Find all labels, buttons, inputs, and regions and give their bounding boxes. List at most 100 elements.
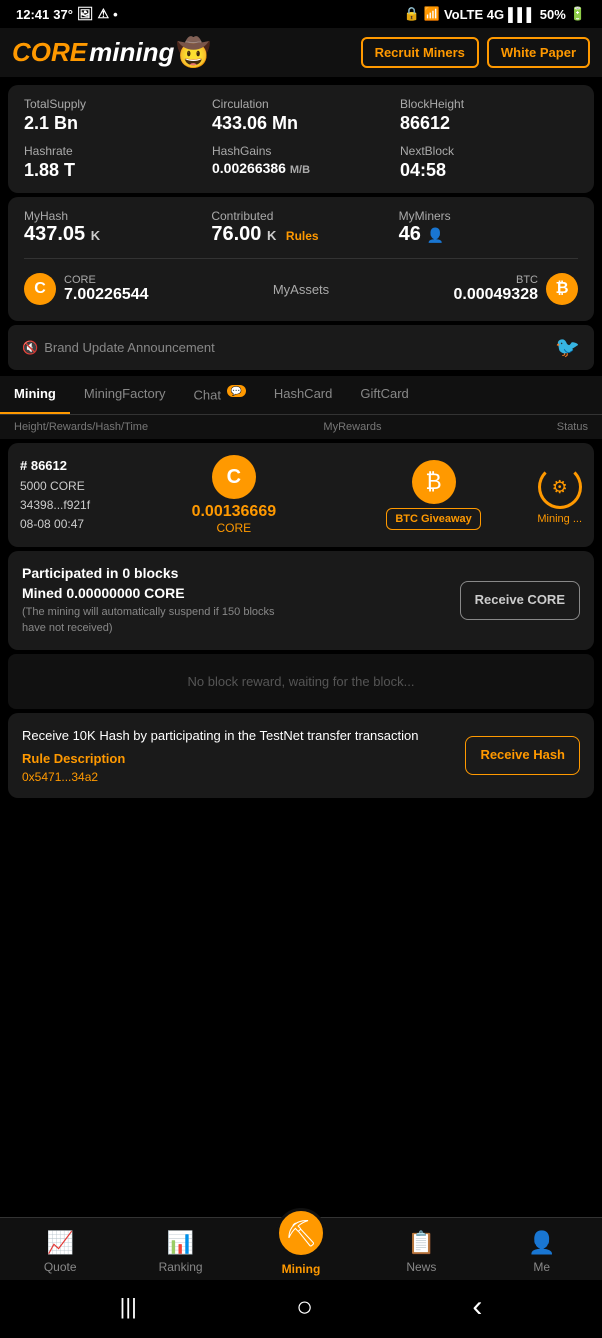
logo-core: CORE: [12, 37, 87, 68]
contributed-stat: Contributed 76.00 K Rules: [211, 209, 390, 246]
status-bar: 12:41 37° 🖼 ⚠ • 🔒 📶 VoLTE 4G ▌▌▌ 50% 🔋: [0, 0, 602, 28]
header-buttons: Recruit Miners White Paper: [361, 37, 590, 69]
no-reward-text: No block reward, waiting for the block..…: [188, 674, 415, 689]
rules-link[interactable]: Rules: [286, 229, 319, 243]
receive-hash-button[interactable]: Receive Hash: [465, 736, 580, 775]
core-amount: 0.00136669: [192, 503, 277, 521]
status-signal-bars: ▌▌▌: [508, 7, 536, 22]
status-shield-icon: 🔒: [404, 6, 420, 22]
tab-giftcard[interactable]: GiftCard: [346, 376, 422, 414]
core-reward-icon: C: [212, 455, 256, 499]
mining-info: # 86612 5000 CORE 34398...f921f 08-08 00…: [20, 456, 130, 534]
hashrate-stat: Hashrate 1.88 T: [24, 144, 202, 181]
ranking-icon: 📊: [167, 1230, 194, 1256]
phone-home-button[interactable]: ○: [296, 1291, 313, 1323]
nav-mining-center[interactable]: ⛏ Mining: [271, 1228, 331, 1276]
status-warn-icon: ⚠: [97, 6, 109, 22]
receive-hash-info: Receive 10K Hash by participating in the…: [22, 727, 418, 784]
nav-news-label: News: [406, 1260, 436, 1274]
nav-quote[interactable]: 📈 Quote: [30, 1230, 90, 1274]
circulation-label: Circulation: [212, 97, 390, 111]
stats-grid: TotalSupply 2.1 Bn Circulation 433.06 Mn…: [24, 97, 578, 181]
status-temp: 37°: [53, 7, 73, 22]
news-icon: 📋: [408, 1230, 435, 1256]
circulation-value: 433.06 Mn: [212, 113, 390, 134]
announcement-text: 🔇 Brand Update Announcement: [22, 340, 215, 356]
logo-mascot-icon: 🤠: [176, 36, 211, 69]
nav-ranking-label: Ranking: [159, 1260, 203, 1274]
app-header: CORE mining 🤠 Recruit Miners White Paper: [0, 28, 602, 77]
btc-asset: BTC 0.00049328 ₿: [453, 273, 578, 305]
participation-block: Participated in 0 blocks Mined 0.0000000…: [8, 551, 594, 650]
mining-status-label: Mining ...: [537, 513, 582, 525]
tab-miningfactory[interactable]: MiningFactory: [70, 376, 180, 414]
total-supply-stat: TotalSupply 2.1 Bn: [24, 97, 202, 134]
total-supply-value: 2.1 Bn: [24, 113, 202, 134]
status-dot: •: [113, 7, 118, 22]
table-header: Height/Rewards/Hash/Time MyRewards Statu…: [0, 415, 602, 439]
receive-hash-block: Receive 10K Hash by participating in the…: [8, 713, 594, 798]
tabs-bar: Mining MiningFactory Chat 💬 HashCard Gif…: [0, 376, 602, 415]
mining-spinner-icon: [538, 465, 582, 509]
btc-giveaway-button[interactable]: BTC Giveaway: [386, 508, 480, 530]
hash-gains-label: HashGains: [212, 144, 390, 158]
contributed-label: Contributed: [211, 209, 390, 223]
receive-hash-title: Receive 10K Hash by participating in the…: [22, 727, 418, 745]
btc-giveaway: ₿ BTC Giveaway: [338, 460, 530, 530]
status-image-icon: 🖼: [77, 6, 94, 22]
miners-icon: 👤: [426, 227, 443, 243]
hash-gains-value: 0.00266386 M/B: [212, 160, 390, 176]
status-battery: 50%: [540, 7, 566, 22]
tab-hashcard[interactable]: HashCard: [260, 376, 347, 414]
mining-nav-icon: ⛏: [276, 1208, 326, 1258]
participation-note: (The mining will automatically suspend i…: [22, 605, 282, 636]
btc-name: BTC: [453, 274, 538, 286]
announcement-bar[interactable]: 🔇 Brand Update Announcement 🐦: [8, 325, 594, 370]
my-miners-stat: MyMiners 46 👤: [399, 209, 578, 246]
nav-me-label: Me: [533, 1260, 550, 1274]
tab-mining[interactable]: Mining: [0, 376, 70, 414]
nav-news[interactable]: 📋 News: [391, 1230, 451, 1274]
quote-icon: 📈: [46, 1230, 73, 1256]
status-signal-text: VoLTE 4G: [444, 7, 504, 22]
stats-card: TotalSupply 2.1 Bn Circulation 433.06 Mn…: [8, 85, 594, 193]
nav-mining-label: Mining: [282, 1262, 321, 1276]
myhash-grid: MyHash 437.05 K Contributed 76.00 K Rule…: [24, 209, 578, 246]
me-icon: 👤: [528, 1230, 555, 1256]
next-block-label: NextBlock: [400, 144, 578, 158]
phone-controls: ||| ○ ‹: [0, 1280, 602, 1338]
tab-chat[interactable]: Chat 💬: [180, 376, 260, 414]
circulation-stat: Circulation 433.06 Mn: [212, 97, 390, 134]
nav-me[interactable]: 👤 Me: [512, 1230, 572, 1274]
hash-gains-stat: HashGains 0.00266386 M/B: [212, 144, 390, 181]
contributed-value: 76.00 K Rules: [211, 223, 390, 246]
phone-nav: 📈 Quote 📊 Ranking ⛏ Mining 📋 News 👤 Me |…: [0, 1217, 602, 1338]
nav-ranking[interactable]: 📊 Ranking: [151, 1230, 211, 1274]
participation-title: Participated in 0 blocks: [22, 565, 282, 581]
my-miners-value: 46 👤: [399, 223, 578, 246]
participation-info: Participated in 0 blocks Mined 0.0000000…: [22, 565, 282, 636]
recruit-miners-button[interactable]: Recruit Miners: [361, 37, 479, 69]
phone-menu-button[interactable]: |||: [120, 1294, 137, 1320]
mining-row: # 86612 5000 CORE 34398...f921f 08-08 00…: [8, 443, 594, 547]
white-paper-button[interactable]: White Paper: [487, 37, 590, 69]
table-header-right: Status: [557, 421, 588, 433]
receive-hash-rule[interactable]: Rule Description: [22, 751, 418, 766]
core-reward: C 0.00136669 CORE: [138, 455, 330, 535]
core-value: 7.00226544: [64, 286, 149, 304]
mining-status: Mining ...: [537, 465, 582, 525]
block-number: # 86612: [20, 456, 130, 477]
receive-core-button[interactable]: Receive CORE: [460, 581, 580, 620]
speaker-icon: 🔇: [22, 340, 38, 356]
btc-value: 0.00049328: [453, 286, 538, 304]
nav-quote-label: Quote: [44, 1260, 77, 1274]
status-left: 12:41 37° 🖼 ⚠ •: [16, 6, 118, 22]
my-hash-value: 437.05 K: [24, 223, 203, 246]
btc-icon: ₿: [546, 273, 578, 305]
block-height-stat: BlockHeight 86612: [400, 97, 578, 134]
status-time: 12:41: [16, 7, 49, 22]
phone-back-button[interactable]: ‹: [472, 1290, 482, 1324]
app-logo: CORE mining 🤠: [12, 36, 211, 69]
bottom-nav: 📈 Quote 📊 Ranking ⛏ Mining 📋 News 👤 Me: [0, 1217, 602, 1280]
twitter-icon[interactable]: 🐦: [555, 335, 580, 360]
